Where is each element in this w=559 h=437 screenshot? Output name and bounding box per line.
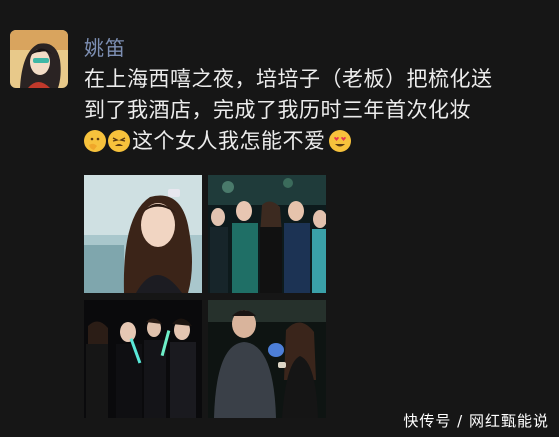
tired-face-icon xyxy=(108,130,130,152)
man-and-woman-photo[interactable] xyxy=(208,300,326,418)
post-text-line-2: 到了我酒店，完成了我历时三年首次化妆 xyxy=(84,98,471,122)
username[interactable]: 姚笛 xyxy=(84,32,126,61)
post-text-line-3: 这个女人我怎能不爱 xyxy=(84,126,544,157)
heart-eyes-face-icon xyxy=(328,130,351,152)
post-text-line-3-words: 这个女人我怎能不爱 xyxy=(132,129,326,153)
thinking-hand-face-icon xyxy=(84,130,106,152)
group-at-party-photo[interactable] xyxy=(208,175,326,293)
avatar[interactable] xyxy=(10,30,68,88)
social-post: 姚笛 在上海西嘻之夜，培培子（老板）把梳化送 到了我酒店，完成了我历时三年首次化… xyxy=(0,0,559,437)
post-text-line-1: 在上海西嘻之夜，培培子（老板）把梳化送 xyxy=(84,67,493,91)
woman-with-hair-clip-photo[interactable] xyxy=(84,175,202,293)
group-with-lightsticks-photo[interactable] xyxy=(84,300,202,418)
post-text: 在上海西嘻之夜，培培子（老板）把梳化送 到了我酒店，完成了我历时三年首次化妆 这… xyxy=(84,64,544,157)
watermark: 快传号 / 网红甄能说 xyxy=(403,412,549,430)
